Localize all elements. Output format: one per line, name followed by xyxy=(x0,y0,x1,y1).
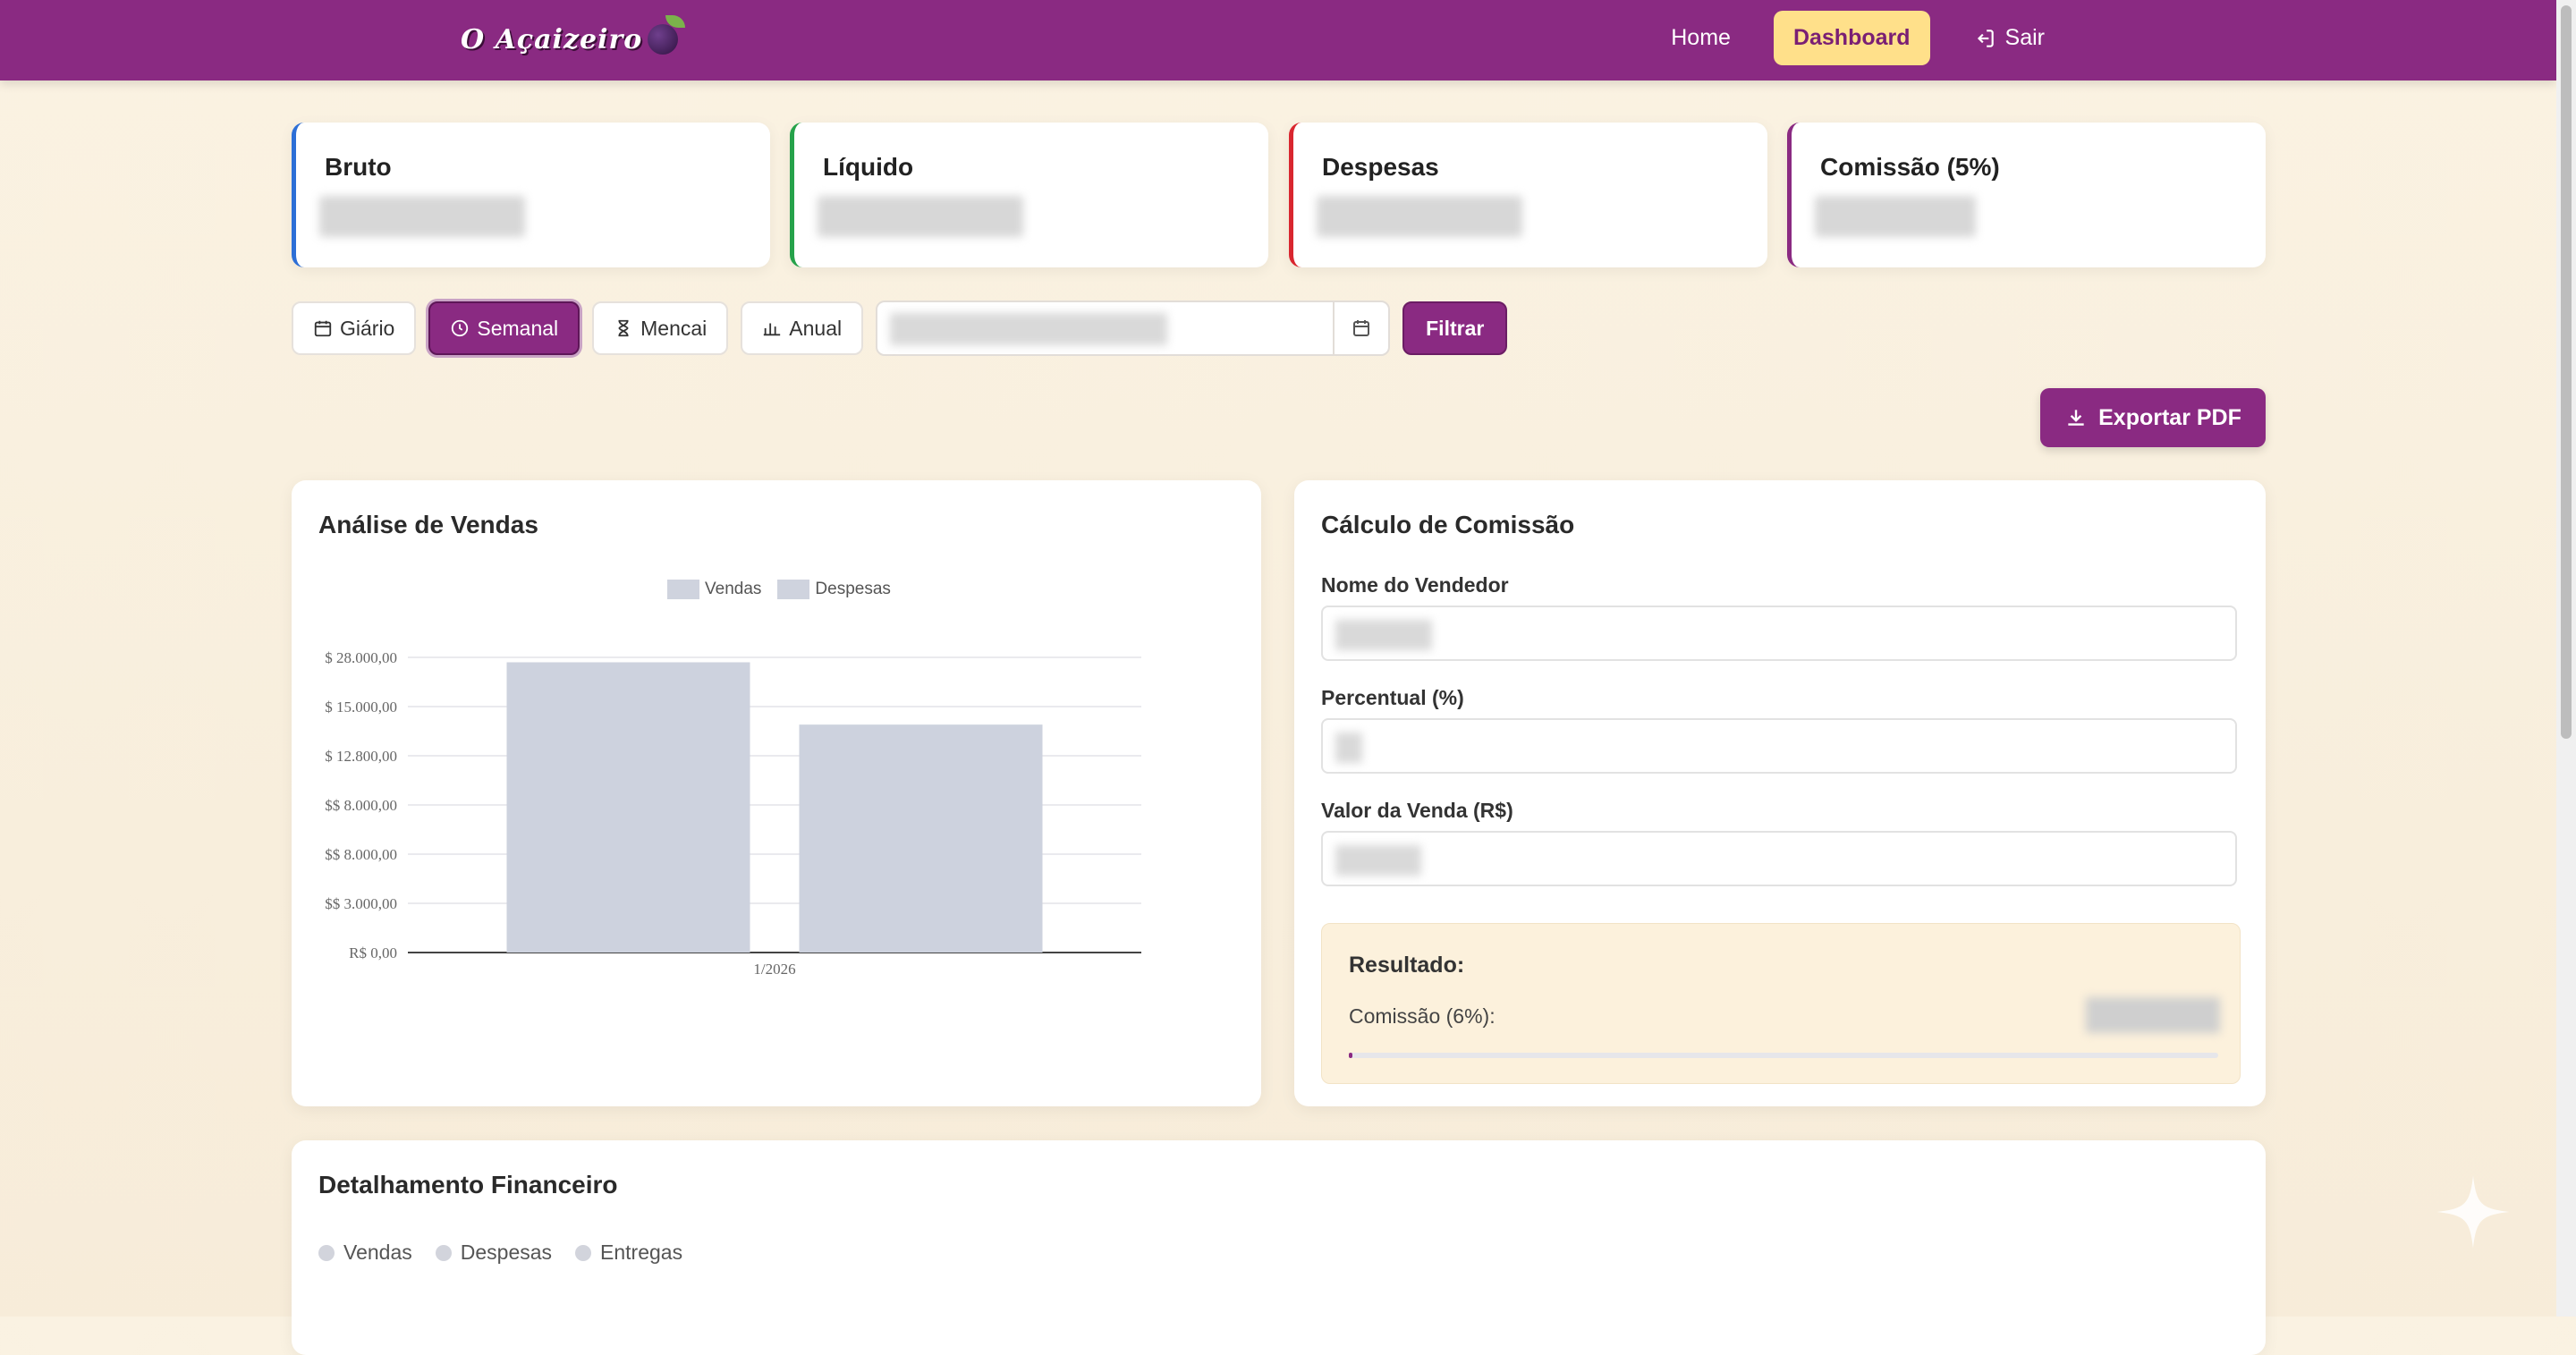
yearly-filter-button[interactable]: Anual xyxy=(741,301,864,355)
seller-name-input[interactable] xyxy=(1321,606,2237,661)
yearly-filter-label: Anual xyxy=(789,316,843,340)
download-icon xyxy=(2068,410,2084,426)
card-value-blurred xyxy=(818,196,1023,237)
y-tick-label: $ 28.000,00 xyxy=(325,649,397,666)
legend-item-label: Entregas xyxy=(600,1241,683,1264)
nav-links: Home Dashboard Sair xyxy=(1651,11,2064,65)
card-bruto: Bruto xyxy=(292,123,770,267)
calendar-icon xyxy=(1353,320,1370,336)
daily-filter-label: Giário xyxy=(340,316,395,340)
weekly-filter-button[interactable]: Semanal xyxy=(428,301,580,355)
commission-panel-title: Cálculo de Comissão xyxy=(1321,511,1575,538)
percent-input[interactable] xyxy=(1321,718,2237,774)
financial-detail-panel: Detalhamento Financeiro Vendas Despesas … xyxy=(292,1140,2266,1355)
y-tick-label: $ 15.000,00 xyxy=(325,699,397,716)
period-filters: Giário Semanal Mencai Anual Filtrar xyxy=(292,301,1508,356)
card-title: Bruto xyxy=(325,153,392,181)
date-range-input[interactable] xyxy=(876,301,1391,356)
date-picker-button[interactable] xyxy=(1333,302,1388,354)
card-value-blurred xyxy=(319,196,525,237)
commission-result-box: Resultado: Comissão (6%): xyxy=(1321,923,2241,1084)
sales-bar-chart: R$ 0,00 $$ 3.000,00 $$ 8.000,00 $$ 8.000,00… xyxy=(325,649,1141,978)
commission-progress-bar xyxy=(1349,1053,2218,1058)
nav-dashboard-link[interactable]: Dashboard xyxy=(1773,11,1930,65)
logout-button[interactable]: Sair xyxy=(1953,11,2064,65)
export-pdf-label: Exportar PDF xyxy=(2098,404,2241,430)
page-scrollbar[interactable] xyxy=(2556,0,2576,1317)
legend-item-vendas[interactable]: Vendas xyxy=(318,1241,412,1265)
card-despesas: Despesas xyxy=(1289,123,1767,267)
legend-item-despesas[interactable]: Despesas xyxy=(435,1241,553,1265)
daily-filter-button[interactable]: Giário xyxy=(292,301,417,355)
logout-icon xyxy=(1977,29,1994,47)
export-pdf-button[interactable]: Exportar PDF xyxy=(2040,388,2266,447)
acai-fruit-icon xyxy=(648,15,686,55)
result-title: Resultado: xyxy=(1349,953,1465,978)
sales-analysis-panel: Análise de Vendas Vendas Despesas R$ 0,0… xyxy=(292,480,1261,1106)
seller-name-label: Nome do Vendedor xyxy=(1321,573,1509,597)
monthly-filter-button[interactable]: Mencai xyxy=(592,301,729,355)
card-title: Despesas xyxy=(1322,153,1439,181)
top-navbar: O Açaizeiro Home Dashboard Sair xyxy=(0,0,2556,80)
commission-result-value-blurred xyxy=(2086,997,2220,1033)
legend-item-label: Despesas xyxy=(460,1241,553,1264)
date-range-value-blurred xyxy=(890,313,1168,345)
card-value-blurred xyxy=(1815,196,1976,237)
calendar-icon xyxy=(314,320,332,337)
sale-value-label: Valor da Venda (R$) xyxy=(1321,799,1513,822)
scrollbar-thumb[interactable] xyxy=(2561,5,2572,739)
card-title: Líquido xyxy=(823,153,914,181)
monthly-filter-label: Mencai xyxy=(640,316,708,340)
x-tick-label: 1/2026 xyxy=(753,961,795,978)
sparkle-watermark-icon xyxy=(2436,1175,2510,1249)
clock-icon xyxy=(452,319,469,337)
commission-panel: Cálculo de Comissão Nome do Vendedor Per… xyxy=(1294,480,2266,1106)
card-liquido: Líquido xyxy=(790,123,1268,267)
card-value-blurred xyxy=(1317,196,1522,237)
financial-legend: Vendas Despesas Entregas xyxy=(318,1241,682,1265)
logout-label: Sair xyxy=(2004,25,2045,50)
bar-despesas xyxy=(799,724,1043,953)
hourglass-icon xyxy=(618,319,629,337)
commission-result-label: Comissão (6%): xyxy=(1349,1004,1496,1028)
nav-home-link[interactable]: Home xyxy=(1651,11,1750,65)
card-title: Comissão (5%) xyxy=(1820,153,2000,181)
bar-chart-icon xyxy=(764,323,781,336)
weekly-filter-label: Semanal xyxy=(477,316,559,340)
sale-value-input[interactable] xyxy=(1321,831,2237,886)
y-tick-label: $$ 3.000,00 xyxy=(325,895,397,912)
y-tick-label: R$ 0,00 xyxy=(349,944,397,961)
brand-logo[interactable]: O Açaizeiro xyxy=(461,13,686,66)
commission-progress-fill xyxy=(1349,1053,1352,1058)
legend-item-entregas[interactable]: Entregas xyxy=(575,1241,682,1265)
filter-button[interactable]: Filtrar xyxy=(1402,301,1508,355)
y-tick-label: $$ 8.000,00 xyxy=(325,797,397,814)
y-tick-label: $ 12.800,00 xyxy=(325,748,397,765)
card-comissao: Comissão (5%) xyxy=(1787,123,2266,267)
percent-label: Percentual (%) xyxy=(1321,686,1464,709)
financial-panel-title: Detalhamento Financeiro xyxy=(318,1171,618,1198)
logo-text: O Açaizeiro xyxy=(461,23,643,55)
legend-item-label: Vendas xyxy=(343,1241,412,1264)
bar-vendas xyxy=(506,662,750,953)
y-tick-label: $$ 8.000,00 xyxy=(325,846,397,863)
